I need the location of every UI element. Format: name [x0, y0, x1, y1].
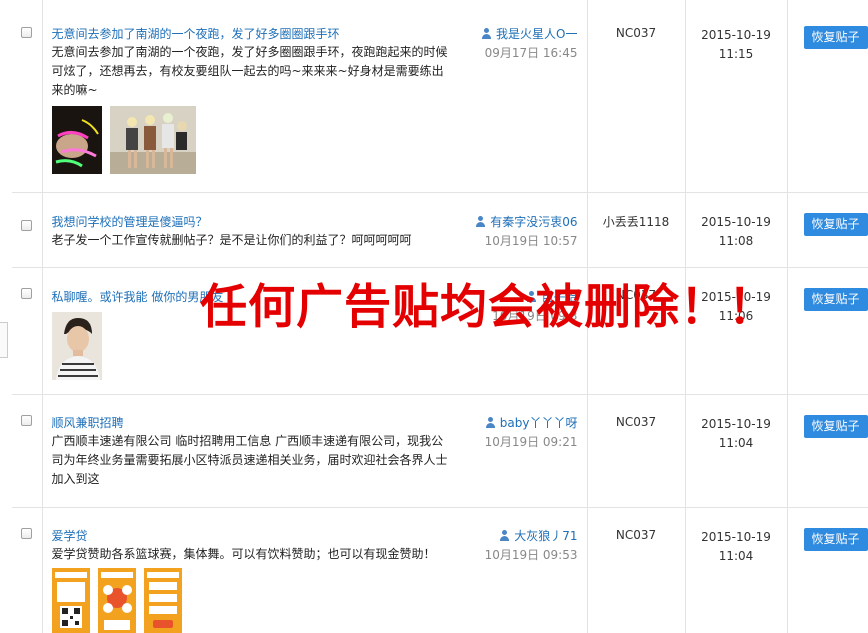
- table-row: 我想问学校的管理是傻逼吗？ 老子发一个工作宣传就删帖子？是不是让你们的利益了？呵…: [12, 192, 868, 268]
- row-checkbox[interactable]: [21, 27, 33, 38]
- user-icon: [499, 530, 510, 541]
- restore-post-button[interactable]: 恢复贴子: [803, 26, 868, 49]
- loan-app-screenshot[interactable]: [97, 568, 136, 633]
- friends-group-photo[interactable]: [109, 106, 196, 174]
- post-title-link[interactable]: 无意间去参加了南湖的一个夜跑，发了好多圈圈跟手环: [52, 25, 462, 43]
- post-time: 10月19日 09:21: [484, 435, 578, 449]
- restore-post-button[interactable]: 恢复贴子: [803, 528, 868, 551]
- row-checkbox[interactable]: [21, 528, 33, 539]
- row-checkbox[interactable]: [21, 288, 33, 299]
- operator-cell: NC037: [587, 507, 686, 633]
- post-images: [51, 568, 587, 633]
- post-images: [51, 106, 587, 192]
- post-title-link[interactable]: 爱学贷: [52, 527, 462, 545]
- post-author: 我是火星人O一 09月17日 16:45: [481, 25, 578, 63]
- row-checkbox[interactable]: [21, 415, 33, 426]
- author-name[interactable]: baby丫丫丫呀: [500, 416, 578, 430]
- delete-date: 2015-10-19: [701, 215, 771, 229]
- scrollbar-notch[interactable]: [0, 322, 8, 358]
- post-time: 10月19日 10:57: [484, 234, 578, 248]
- loan-app-screenshot[interactable]: [143, 568, 182, 633]
- delete-time: 11:04: [718, 549, 754, 563]
- user-icon: [481, 28, 492, 39]
- author-name[interactable]: 我是火星人O一: [496, 27, 577, 41]
- delete-date: 2015-10-19: [701, 417, 771, 431]
- restore-post-button[interactable]: 恢复贴子: [803, 288, 868, 311]
- table-row: 爱学贷 爱学贷赞助各系篮球赛，集体舞。可以有饮料赞助；也可以有现金赞助！ 大灰狼…: [12, 507, 868, 633]
- profile-selfie-photo[interactable]: [51, 312, 102, 380]
- operator-cell: NC037: [587, 394, 686, 508]
- restore-post-button[interactable]: 恢复贴子: [803, 415, 868, 438]
- glow-bracelet-photo[interactable]: [51, 106, 102, 174]
- operator-cell: NC037: [587, 0, 686, 193]
- delete-time: 11:08: [718, 234, 754, 248]
- post-author: 大灰狼丿71 10月19日 09:53: [485, 527, 578, 565]
- operator-cell: 小丢丢1118: [587, 192, 686, 268]
- post-author: baby丫丫丫呀 10月19日 09:21: [485, 414, 578, 452]
- post-time: 10月19日 09:53: [484, 548, 578, 562]
- user-icon: [485, 417, 496, 428]
- table-row: 无意间去参加了南湖的一个夜跑，发了好多圈圈跟手环 无意间去参加了南湖的一个夜跑，…: [12, 0, 868, 193]
- post-body: 爱学贷赞助各系篮球赛，集体舞。可以有饮料赞助；也可以有现金赞助！: [51, 547, 436, 561]
- delete-date: 2015-10-19: [701, 530, 771, 544]
- post-title-link[interactable]: 顺风兼职招聘: [52, 414, 462, 432]
- delete-time: 11:15: [718, 47, 754, 61]
- loan-app-screenshot[interactable]: [51, 568, 90, 633]
- post-author: 有秦字没污衷06 10月19日 10:57: [475, 213, 578, 251]
- post-time: 09月17日 16:45: [484, 46, 578, 60]
- post-body: 广西顺丰速递有限公司 临时招聘用工信息 广西顺丰速递有限公司，现我公司为年终业务…: [51, 434, 448, 486]
- author-name[interactable]: 大灰狼丿71: [514, 529, 577, 543]
- table-row: 顺风兼职招聘 广西顺丰速递有限公司 临时招聘用工信息 广西顺丰速递有限公司，现我…: [12, 394, 868, 508]
- restore-post-button[interactable]: 恢复贴子: [803, 213, 868, 236]
- row-checkbox[interactable]: [21, 220, 33, 231]
- ad-warning-overlay: 任何广告贴均会被删除！！: [200, 280, 776, 335]
- post-title-link[interactable]: 我想问学校的管理是傻逼吗？: [52, 213, 462, 231]
- user-icon: [475, 216, 486, 227]
- delete-time: 11:04: [718, 436, 754, 450]
- post-body: 无意间去参加了南湖的一个夜跑，发了好多圈圈跟手环，夜跑跑起来的时候可炫了，还想再…: [51, 45, 448, 97]
- delete-date: 2015-10-19: [701, 28, 771, 42]
- post-body: 老子发一个工作宣传就删帖子？是不是让你们的利益了？呵呵呵呵呵: [51, 233, 412, 247]
- author-name[interactable]: 有秦字没污衷06: [490, 215, 577, 229]
